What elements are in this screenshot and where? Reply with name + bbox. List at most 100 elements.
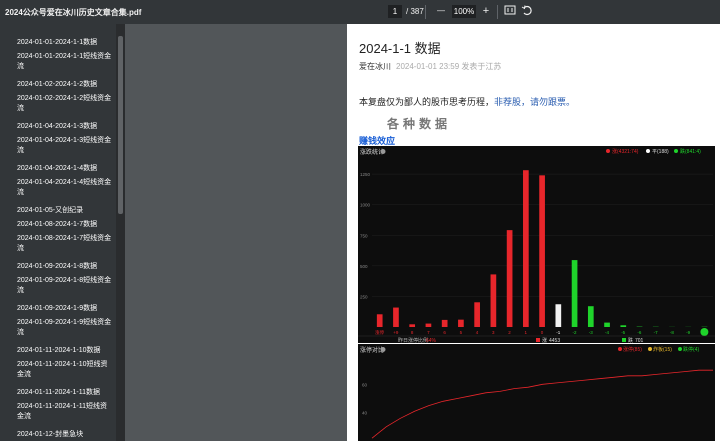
footer-down-swatch (622, 338, 626, 342)
intro-highlight: 非荐股，请勿跟票。 (494, 97, 576, 107)
x-tick-label: 5 (460, 330, 463, 335)
sidebar-bookmark-item[interactable]: 2024-01-04-2024-1-4短线资金流 (17, 178, 113, 198)
info-icon (380, 347, 386, 352)
sidebar-bookmark-item[interactable]: 2024-01-11-2024-1-11数据 (17, 388, 113, 398)
bar (523, 170, 529, 327)
sidebar-bookmark-item[interactable]: 2024-01-08-2024-1-7短线资金流 (17, 234, 113, 254)
section-heading: 各种数据 (387, 117, 452, 131)
legend-dot (646, 149, 650, 153)
zoom-in-button[interactable]: + (479, 4, 493, 18)
chart-title: 涨停对比 (360, 346, 384, 354)
x-tick-marker (700, 328, 709, 336)
bar-chart-svg: 涨跌统计 涨(4321:74) 平(188) 跌(841:4)125010007505… (358, 148, 715, 344)
legend-dot (678, 347, 682, 351)
x-tick-label: 2 (508, 330, 511, 335)
footer-down-label: 跌 (628, 337, 633, 343)
sidebar-bookmark-item[interactable]: 2024-01-11-2024-1-10短线资金流 (17, 360, 113, 380)
x-tick-label: 4 (476, 330, 479, 335)
bar (409, 324, 416, 327)
footer-up-value: 4453 (549, 338, 560, 343)
sidebar-bookmark-item[interactable]: 2024-01-01-2024-1-1数据 (17, 38, 113, 48)
sidebar-bookmark-item[interactable]: 2024-01-05-又创纪录 (17, 206, 113, 216)
pdf-toolbar: 2024公众号爱在冰川历史文章合集.pdf ≡ / 387 — 100% + (0, 0, 720, 24)
legend-label: 炸板(15) (653, 346, 672, 353)
toolbar-divider (497, 5, 498, 19)
bar (490, 274, 497, 327)
line-chart-svg: 涨停对比 涨停(85) 炸板(15) 跌停(4) 60 40 (360, 346, 713, 439)
x-tick-label: -9 (686, 330, 690, 335)
legend-label: 平(188) (652, 149, 669, 155)
footer-left-label: 昨日涨停比例 (398, 337, 428, 343)
zoom-out-button[interactable]: — (434, 4, 448, 18)
x-tick-label: 涨停 (375, 329, 384, 336)
bar (393, 307, 399, 327)
y-tick-label: 60 (362, 382, 368, 387)
bar (555, 304, 562, 327)
sidebar-bookmark-item[interactable]: 2024-01-08-2024-1-7数据 (17, 220, 113, 230)
x-tick-label: +9 (393, 330, 399, 335)
pdf-page: 2024-1-1 数据 爱在冰川 2024-01-01 23:59 发表于江苏 … (347, 24, 720, 441)
sidebar-bookmark-item[interactable]: 2024-01-09-2024-1-9短线资金流 (17, 318, 113, 338)
legend-dot (648, 347, 652, 351)
y-tick-label: 250 (360, 294, 368, 299)
bar (425, 323, 432, 327)
article-author[interactable]: 爱在冰川 (359, 61, 391, 72)
sidebar-bookmark-item[interactable]: 2024-01-01-2024-1-1短线资金流 (17, 52, 113, 72)
bar (506, 230, 513, 327)
sidebar-bookmark-item[interactable]: 2024-01-04-2024-1-3数据 (17, 122, 113, 132)
rotate-icon[interactable] (520, 4, 534, 18)
legend-dot (618, 347, 622, 351)
fit-page-icon[interactable] (503, 4, 517, 18)
page-total: / 387 (406, 7, 424, 16)
toolbar-divider (425, 5, 426, 19)
sidebar-scroll-thumb[interactable] (118, 36, 123, 214)
footer-up-label: 涨 (542, 337, 547, 343)
sidebar-bookmark-item[interactable]: 2024-01-04-2024-1-4数据 (17, 164, 113, 174)
legend-dot (606, 149, 610, 153)
legend-label: 涨(4321:74) (612, 148, 639, 155)
x-tick-label: -7 (654, 330, 658, 335)
y-tick-label: 1250 (360, 172, 371, 177)
article-meta: 2024-01-01 23:59 发表于江苏 (396, 62, 502, 71)
bar (474, 302, 480, 327)
x-tick-label: 8 (411, 330, 414, 335)
x-tick-label: 1 (525, 330, 528, 335)
legend-label: 跌停(4) (683, 346, 699, 353)
sidebar-bookmark-item[interactable]: 2024-01-11-2024-1-11短线资金流 (17, 402, 113, 422)
y-tick-label: 40 (362, 411, 368, 416)
x-tick-label: 3 (492, 330, 495, 335)
footer-left-value: 64% (426, 338, 437, 343)
limit-up-comparison-chart: 涨停对比 涨停(85) 炸板(15) 跌停(4) 60 40 (358, 344, 715, 441)
sidebar-bookmark-item[interactable]: 2024-01-12-封墨急块 (17, 430, 113, 440)
x-tick-label: 7 (427, 330, 430, 335)
x-tick-label: -5 (621, 330, 625, 335)
y-tick-label: 500 (360, 264, 368, 269)
page-number-input[interactable] (388, 5, 402, 18)
bar (539, 175, 545, 327)
footer-up-swatch (536, 338, 540, 342)
bar (441, 319, 448, 327)
up-down-distribution-chart: 涨跌统计 涨(4321:74) 平(188) 跌(841:4) 1250 1000 750 5… (358, 146, 715, 344)
sidebar-bookmark-item[interactable]: 2024-01-11-2024-1-10数据 (17, 346, 113, 356)
footer-down-value: 701 (635, 338, 644, 343)
zoom-level[interactable]: 100% (452, 5, 476, 18)
x-tick-label: -6 (637, 330, 641, 335)
x-tick-label: -8 (670, 330, 674, 335)
sidebar-bookmark-item[interactable]: 2024-01-09-2024-1-8短线资金流 (17, 276, 113, 296)
sidebar-bookmark-item[interactable]: 2024-01-02-2024-1-2数据 (17, 80, 113, 90)
bar (620, 325, 627, 327)
bookmark-sidebar: 2024-01-01-2024-1-1数据 2024-01-01-2024-1-1… (0, 24, 125, 441)
bar (604, 322, 610, 327)
sidebar-bookmark-item[interactable]: 2024-01-09-2024-1-9数据 (17, 304, 113, 314)
x-tick-label: -1 (556, 330, 560, 335)
bar (458, 319, 464, 327)
sidebar-bookmark-item[interactable]: 2024-01-02-2024-1-2短线资金流 (17, 94, 113, 114)
series-line (371, 369, 713, 439)
document-filename: 2024公众号爱在冰川历史文章合集.pdf (5, 8, 142, 17)
x-tick-label: -2 (572, 330, 576, 335)
x-tick-label: -3 (589, 330, 593, 335)
y-tick-label: 750 (360, 233, 368, 238)
legend-dot (674, 149, 678, 153)
sidebar-bookmark-item[interactable]: 2024-01-09-2024-1-8数据 (17, 262, 113, 272)
sidebar-bookmark-item[interactable]: 2024-01-04-2024-1-3短线资金流 (17, 136, 113, 156)
